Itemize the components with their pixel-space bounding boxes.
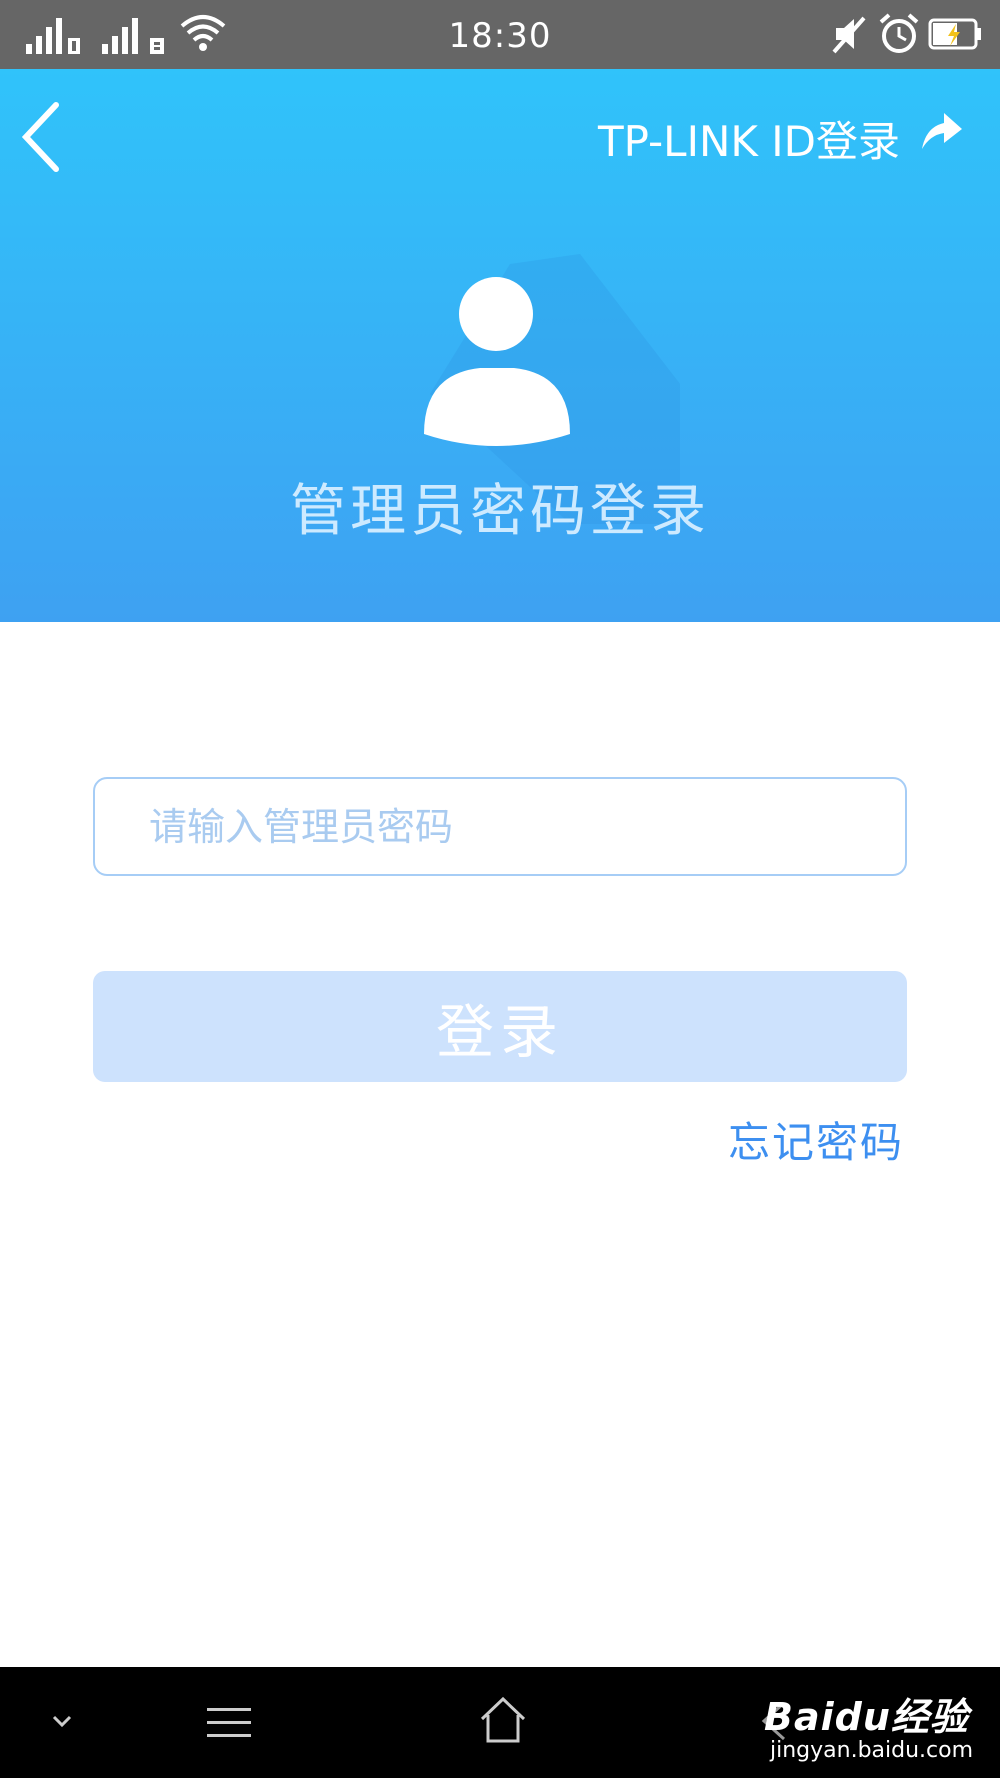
mute-icon bbox=[830, 12, 868, 60]
status-bar: 18:30 bbox=[0, 0, 1000, 69]
tplink-id-login-link[interactable]: TP-LINK ID登录 bbox=[598, 117, 900, 167]
login-button[interactable]: 登录 bbox=[93, 971, 907, 1082]
battery-charging-icon bbox=[928, 12, 984, 60]
forgot-password-link[interactable]: 忘记密码 bbox=[728, 1115, 904, 1171]
home-icon[interactable] bbox=[478, 1695, 528, 1749]
back-arrow-icon[interactable] bbox=[18, 101, 62, 173]
collapse-chevron-icon[interactable] bbox=[48, 1707, 76, 1739]
baidu-jingyan-watermark: Baidu经验 jingyan.baidu.com bbox=[750, 1672, 990, 1772]
watermark-url: jingyan.baidu.com bbox=[770, 1738, 974, 1763]
admin-password-input[interactable] bbox=[93, 777, 907, 876]
menu-icon[interactable] bbox=[205, 1703, 253, 1747]
page-title: 管理员密码登录 bbox=[290, 479, 710, 544]
export-icon[interactable] bbox=[918, 109, 964, 155]
alarm-icon bbox=[878, 12, 920, 60]
login-header: TP-LINK ID登录 管理员密码登录 bbox=[0, 69, 1000, 622]
watermark-brand: Baidu经验 bbox=[764, 1695, 969, 1739]
